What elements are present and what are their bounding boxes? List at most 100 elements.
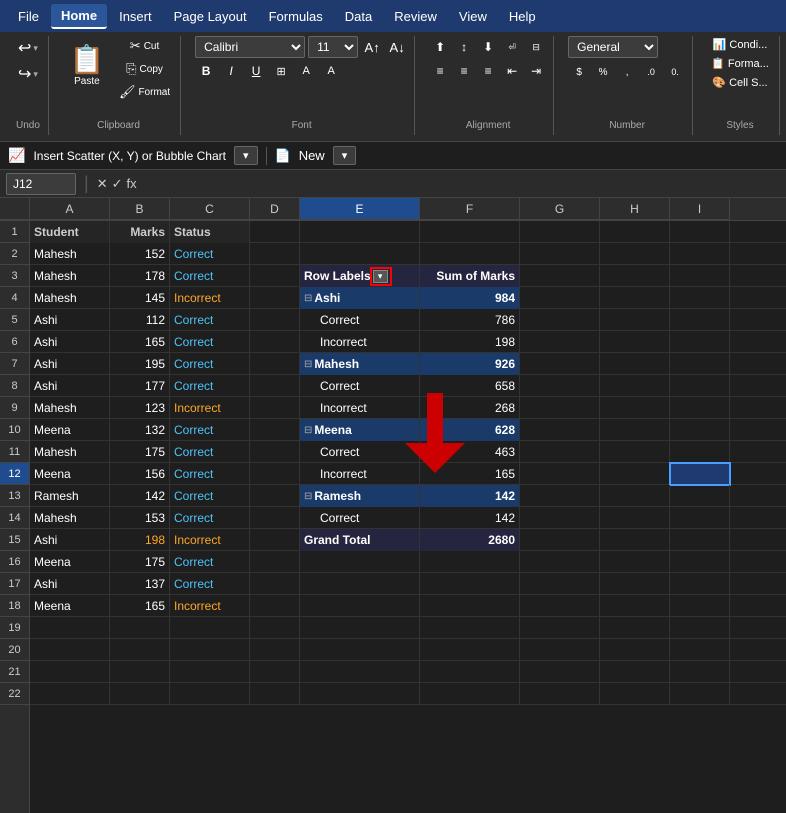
cell-a8[interactable]: Ashi — [30, 375, 110, 397]
cell-e12[interactable]: Incorrect — [300, 463, 420, 485]
cell-c3[interactable]: Correct — [170, 265, 250, 287]
cell-d19[interactable] — [250, 617, 300, 639]
cell-b13[interactable]: 142 — [110, 485, 170, 507]
align-left-button[interactable]: ≡ — [429, 60, 451, 82]
font-color-button[interactable]: A — [320, 60, 342, 82]
increase-decimal-button[interactable]: .0 — [640, 61, 662, 83]
menu-page-layout[interactable]: Page Layout — [164, 5, 257, 28]
cell-c8[interactable]: Correct — [170, 375, 250, 397]
cell-f19[interactable] — [420, 617, 520, 639]
row-num-9[interactable]: 9 — [0, 397, 29, 419]
cell-f9[interactable]: 268 — [420, 397, 520, 419]
cell-i16[interactable] — [670, 551, 730, 573]
cell-e20[interactable] — [300, 639, 420, 661]
cell-i20[interactable] — [670, 639, 730, 661]
cell-e14[interactable]: Correct — [300, 507, 420, 529]
cell-i9[interactable] — [670, 397, 730, 419]
cell-c17[interactable]: Correct — [170, 573, 250, 595]
mahesh-collapse-btn[interactable]: ⊟ — [304, 359, 312, 370]
cell-c16[interactable]: Correct — [170, 551, 250, 573]
cell-e5[interactable]: Correct — [300, 309, 420, 331]
cell-d6[interactable] — [250, 331, 300, 353]
cell-a5[interactable]: Ashi — [30, 309, 110, 331]
cell-c6[interactable]: Correct — [170, 331, 250, 353]
row-num-3[interactable]: 3 — [0, 265, 29, 287]
formula-input[interactable] — [143, 176, 780, 191]
row-num-20[interactable]: 20 — [0, 639, 29, 661]
cell-b18[interactable]: 165 — [110, 595, 170, 617]
cell-d11[interactable] — [250, 441, 300, 463]
cell-e15[interactable]: Grand Total — [300, 529, 420, 551]
cell-g8[interactable] — [520, 375, 600, 397]
cell-i14[interactable] — [670, 507, 730, 529]
cell-a4[interactable]: Mahesh — [30, 287, 110, 309]
italic-button[interactable]: I — [220, 60, 242, 82]
cell-g18[interactable] — [520, 595, 600, 617]
cell-reference-input[interactable] — [6, 173, 76, 195]
cell-f6[interactable]: 198 — [420, 331, 520, 353]
cell-i15[interactable] — [670, 529, 730, 551]
cell-f14[interactable]: 142 — [420, 507, 520, 529]
cell-d1[interactable] — [250, 221, 300, 243]
cell-d3[interactable] — [250, 265, 300, 287]
cell-i21[interactable] — [670, 661, 730, 683]
cell-a18[interactable]: Meena — [30, 595, 110, 617]
cell-b15[interactable]: 198 — [110, 529, 170, 551]
cell-d15[interactable] — [250, 529, 300, 551]
row-num-17[interactable]: 17 — [0, 573, 29, 595]
cell-c12[interactable]: Correct — [170, 463, 250, 485]
cell-f10[interactable]: 628 — [420, 419, 520, 441]
decrease-font-button[interactable]: A↓ — [386, 36, 408, 58]
cell-g17[interactable] — [520, 573, 600, 595]
cell-f21[interactable] — [420, 661, 520, 683]
cell-d13[interactable] — [250, 485, 300, 507]
cell-a7[interactable]: Ashi — [30, 353, 110, 375]
row-num-22[interactable]: 22 — [0, 683, 29, 705]
cell-b6[interactable]: 165 — [110, 331, 170, 353]
cell-f12[interactable]: 165 — [420, 463, 520, 485]
cell-f22[interactable] — [420, 683, 520, 705]
cell-d12[interactable] — [250, 463, 300, 485]
cell-f16[interactable] — [420, 551, 520, 573]
redo-button[interactable]: ↪▾ — [14, 62, 42, 86]
cell-h4[interactable] — [600, 287, 670, 309]
cell-h17[interactable] — [600, 573, 670, 595]
border-button[interactable]: ⊞ — [270, 60, 292, 82]
wrap-text-button[interactable]: ⏎ — [501, 36, 523, 58]
cell-d16[interactable] — [250, 551, 300, 573]
merge-button[interactable]: ⊟ — [525, 36, 547, 58]
menu-help[interactable]: Help — [499, 5, 546, 28]
align-center-button[interactable]: ≡ — [453, 60, 475, 82]
cell-i18[interactable] — [670, 595, 730, 617]
cell-b2[interactable]: 152 — [110, 243, 170, 265]
cell-e1[interactable] — [300, 221, 420, 243]
cell-h20[interactable] — [600, 639, 670, 661]
cell-g22[interactable] — [520, 683, 600, 705]
cell-b11[interactable]: 175 — [110, 441, 170, 463]
font-name-select[interactable]: Calibri — [195, 36, 305, 58]
cell-h16[interactable] — [600, 551, 670, 573]
cell-b16[interactable]: 175 — [110, 551, 170, 573]
cell-g12[interactable] — [520, 463, 600, 485]
cell-b9[interactable]: 123 — [110, 397, 170, 419]
row-num-2[interactable]: 2 — [0, 243, 29, 265]
cell-f7[interactable]: 926 — [420, 353, 520, 375]
cell-d2[interactable] — [250, 243, 300, 265]
cell-d8[interactable] — [250, 375, 300, 397]
cell-h10[interactable] — [600, 419, 670, 441]
comma-button[interactable]: , — [616, 61, 638, 83]
row-num-1[interactable]: 1 — [0, 221, 29, 243]
cell-a22[interactable] — [30, 683, 110, 705]
cell-g1[interactable] — [520, 221, 600, 243]
row-num-13[interactable]: 13 — [0, 485, 29, 507]
cell-a16[interactable]: Meena — [30, 551, 110, 573]
cell-b7[interactable]: 195 — [110, 353, 170, 375]
cell-e10[interactable]: ⊟ Meena — [300, 419, 420, 441]
row-num-6[interactable]: 6 — [0, 331, 29, 353]
cell-g20[interactable] — [520, 639, 600, 661]
percent-button[interactable]: % — [592, 61, 614, 83]
menu-file[interactable]: File — [8, 5, 49, 28]
cell-g15[interactable] — [520, 529, 600, 551]
cell-c4[interactable]: Incorrect — [170, 287, 250, 309]
cell-i6[interactable] — [670, 331, 730, 353]
